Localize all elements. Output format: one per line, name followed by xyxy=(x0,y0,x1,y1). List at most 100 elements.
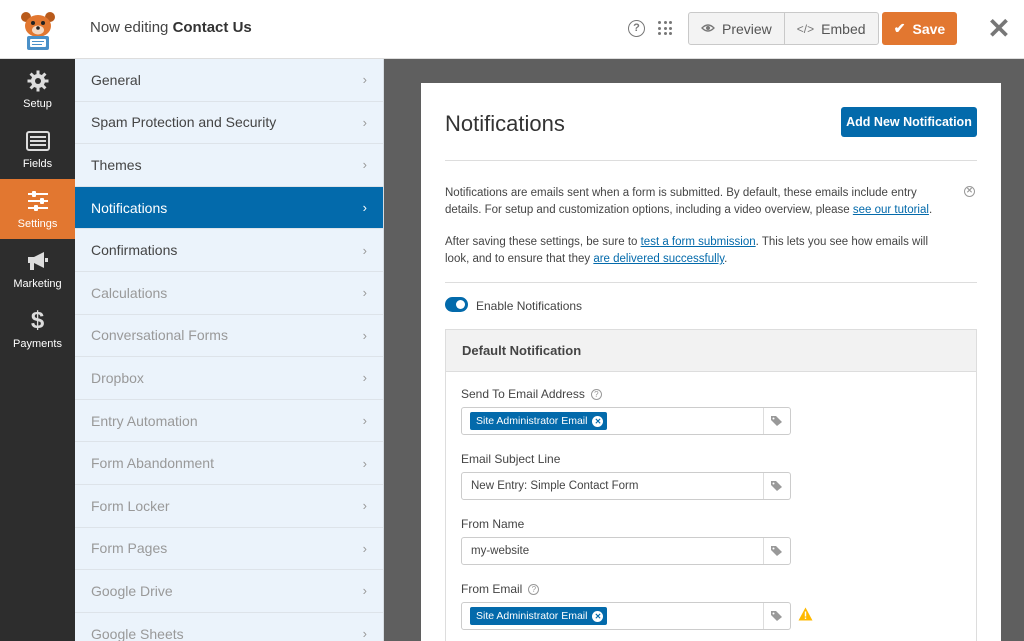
nav-marketing[interactable]: Marketing xyxy=(0,239,75,299)
from-name-field[interactable]: my-website xyxy=(461,537,791,565)
help-icon[interactable]: ? xyxy=(590,389,602,401)
dollar-icon: $ xyxy=(30,306,45,334)
tutorial-link[interactable]: see our tutorial xyxy=(853,204,929,216)
tag-icon xyxy=(771,481,782,491)
chevron-right-icon: › xyxy=(362,413,367,429)
preview-label: Preview xyxy=(722,20,772,37)
chip-area: Site Administrator Email ✕ xyxy=(462,607,763,625)
embed-button[interactable]: </> Embed xyxy=(783,13,878,44)
settings-item-themes[interactable]: Themes › xyxy=(75,144,383,187)
warning-icon[interactable] xyxy=(798,607,813,621)
wpforms-logo[interactable] xyxy=(0,0,75,59)
nav-settings[interactable]: Settings xyxy=(0,179,75,239)
settings-item-form-pages[interactable]: Form Pages › xyxy=(75,528,383,571)
settings-item-form-locker[interactable]: Form Locker › xyxy=(75,485,383,528)
settings-item-label: Google Sheets xyxy=(91,625,184,641)
chevron-right-icon: › xyxy=(362,626,367,641)
test-submission-link[interactable]: test a form submission xyxy=(641,236,756,248)
divider xyxy=(445,282,977,283)
chevron-right-icon: › xyxy=(362,583,367,599)
nav-payments-label: Payments xyxy=(13,337,62,350)
remove-chip-icon[interactable]: ✕ xyxy=(592,415,604,427)
nav-payments[interactable]: $ Payments xyxy=(0,299,75,359)
chevron-right-icon: › xyxy=(362,114,367,130)
chip-area: Site Administrator Email ✕ xyxy=(462,412,763,430)
info-paragraph-1: Notifications are emails sent when a for… xyxy=(445,185,950,219)
save-label: Save xyxy=(912,20,946,37)
from-email-field[interactable]: Site Administrator Email ✕ xyxy=(461,602,791,630)
info-text: Notifications are emails sent when a for… xyxy=(445,187,917,216)
settings-item-label: Conversational Forms xyxy=(91,327,228,344)
email-chip: Site Administrator Email ✕ xyxy=(470,412,608,430)
settings-item-calculations[interactable]: Calculations › xyxy=(75,272,383,315)
chip-label: Site Administrator Email xyxy=(476,415,588,427)
settings-item-label: Form Pages xyxy=(91,540,168,557)
info-text: After saving these settings, be sure to xyxy=(445,236,641,248)
settings-item-label: Entry Automation xyxy=(91,412,198,429)
chevron-right-icon: › xyxy=(362,157,367,173)
settings-item-label: Calculations xyxy=(91,284,168,301)
email-chip: Site Administrator Email ✕ xyxy=(470,607,608,625)
gear-icon xyxy=(26,69,50,93)
editing-prefix: Now editing xyxy=(90,19,169,36)
info-text: . xyxy=(928,204,933,216)
settings-item-google-sheets[interactable]: Google Sheets › xyxy=(75,613,383,641)
chevron-right-icon: › xyxy=(362,498,367,514)
smart-tag-button[interactable] xyxy=(763,408,790,434)
bear-mascot-icon xyxy=(20,11,55,50)
settings-item-dropbox[interactable]: Dropbox › xyxy=(75,357,383,400)
subject-label: Email Subject Line xyxy=(461,452,561,466)
chevron-right-icon: › xyxy=(362,540,367,556)
settings-item-label: Notifications xyxy=(91,199,168,216)
delivered-link[interactable]: are delivered successfully xyxy=(593,253,724,265)
subject-field[interactable]: New Entry: Simple Contact Form xyxy=(461,472,791,500)
send-to-field[interactable]: Site Administrator Email ✕ xyxy=(461,407,791,435)
settings-item-label: General xyxy=(91,71,141,88)
sliders-icon xyxy=(26,189,50,213)
tag-icon xyxy=(771,611,782,621)
settings-item-entry-automation[interactable]: Entry Automation › xyxy=(75,400,383,443)
send-to-label: Send To Email Address? xyxy=(461,387,602,401)
chip-label: Site Administrator Email xyxy=(476,610,588,622)
enable-notifications-label: Enable Notifications xyxy=(476,299,583,313)
help-icon[interactable]: ? xyxy=(528,584,540,596)
smart-tag-button[interactable] xyxy=(763,473,790,499)
enable-notifications-toggle[interactable] xyxy=(445,297,468,312)
fields-icon xyxy=(25,129,50,153)
settings-item-confirmations[interactable]: Confirmations › xyxy=(75,229,383,272)
chevron-right-icon: › xyxy=(362,327,367,343)
panel-title: Notifications xyxy=(445,111,565,136)
settings-item-label: Themes xyxy=(91,156,142,173)
add-new-notification-button[interactable]: Add New Notification xyxy=(841,107,977,137)
nav-setup[interactable]: Setup xyxy=(0,59,75,119)
settings-item-label: Confirmations xyxy=(91,242,178,259)
settings-item-general[interactable]: General › xyxy=(75,59,383,102)
form-name: Contact Us xyxy=(172,19,252,36)
nav-setup-label: Setup xyxy=(23,97,52,110)
settings-item-conversational-forms[interactable]: Conversational Forms › xyxy=(75,315,383,358)
megaphone-icon xyxy=(26,249,50,273)
remove-chip-icon[interactable]: ✕ xyxy=(592,610,604,622)
top-bar: Now editing Contact Us ? Preview </> Emb… xyxy=(0,0,1024,59)
help-icon[interactable]: ? xyxy=(628,20,645,37)
settings-item-notifications[interactable]: Notifications › xyxy=(75,186,383,230)
grid-menu-icon[interactable] xyxy=(658,21,672,35)
save-button[interactable]: ✔ Save xyxy=(882,12,957,45)
from-email-label: From Email? xyxy=(461,582,540,596)
settings-item-spam[interactable]: Spam Protection and Security › xyxy=(75,102,383,145)
subject-value: New Entry: Simple Contact Form xyxy=(471,480,639,492)
settings-item-google-drive[interactable]: Google Drive › xyxy=(75,570,383,613)
settings-item-form-abandonment[interactable]: Form Abandonment › xyxy=(75,442,383,485)
preview-button[interactable]: Preview xyxy=(689,13,784,44)
eye-icon xyxy=(701,22,715,36)
smart-tag-button[interactable] xyxy=(763,603,790,629)
notification-heading[interactable]: Default Notification xyxy=(446,330,976,372)
nav-fields[interactable]: Fields xyxy=(0,119,75,179)
checkmark-icon: ✔ xyxy=(893,20,906,36)
dismiss-icon[interactable]: ✕ xyxy=(964,186,975,197)
divider xyxy=(445,160,977,161)
close-icon[interactable]: ✕ xyxy=(986,14,1012,44)
chevron-right-icon: › xyxy=(362,200,367,216)
smart-tag-button[interactable] xyxy=(763,538,790,564)
settings-item-label: Google Drive xyxy=(91,582,173,599)
